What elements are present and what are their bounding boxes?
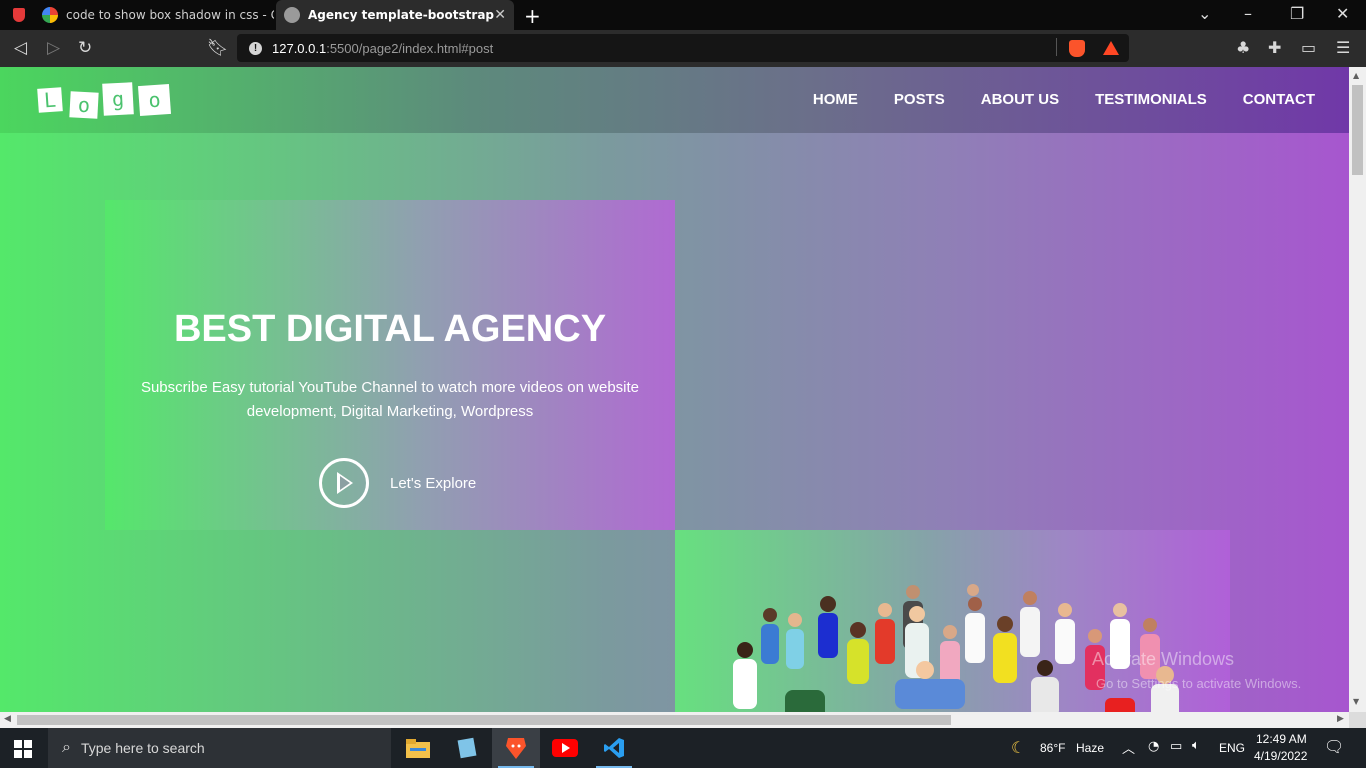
logo-letter: L <box>37 87 63 113</box>
network-icon[interactable]: ◔ <box>1148 739 1159 754</box>
show-hidden-icons-chevron-icon[interactable]: ︿ <box>1122 738 1135 757</box>
back-button[interactable]: ◁ <box>14 38 27 58</box>
tab-title: code to show box shadow in css - Goo <box>66 8 274 22</box>
new-tab-button[interactable]: + <box>524 4 541 28</box>
nav-contact[interactable]: CONTACT <box>1243 91 1315 108</box>
weather-condition[interactable]: Haze <box>1076 741 1104 755</box>
search-placeholder: Type here to search <box>80 740 205 756</box>
crowd-of-people-image <box>733 584 1179 712</box>
page-viewport: L o g o HOME POSTS ABOUT US TESTIMONIALS… <box>0 67 1349 712</box>
extension-octopus-icon[interactable]: ♣ <box>1236 38 1250 57</box>
hero-title: BEST DIGITAL AGENCY <box>173 308 607 350</box>
scroll-down-arrow-icon[interactable]: ▼ <box>1353 697 1359 706</box>
hero-subtitle: Subscribe Easy tutorial YouTube Channel … <box>140 379 640 420</box>
scroll-up-arrow-icon[interactable]: ▲ <box>1353 71 1359 80</box>
logo-letter: g <box>102 82 134 116</box>
url-path: :5500/page2/index.html#post <box>326 40 494 56</box>
search-icon: ⌕ <box>62 739 71 756</box>
url-host: 127.0.0.1 <box>272 40 327 56</box>
site-info-icon[interactable]: ! <box>249 41 262 55</box>
clock-time[interactable]: 12:49 AM <box>1256 732 1307 746</box>
horizontal-scroll-thumb[interactable] <box>17 715 951 725</box>
vertical-scroll-thumb[interactable] <box>1352 85 1363 175</box>
vscode-icon[interactable] <box>590 728 638 768</box>
volume-icon[interactable]: 🔈︎ <box>1192 738 1200 753</box>
bookmark-icon[interactable]: 🔖︎ <box>207 38 229 58</box>
tab-agency-template[interactable]: Agency template-bootstrap tutori ✕ <box>276 0 514 30</box>
windows-start-icon[interactable] <box>14 740 32 758</box>
scroll-left-arrow-icon[interactable]: ◀ <box>4 714 11 724</box>
notepad-icon[interactable] <box>443 728 491 768</box>
restore-button[interactable]: ❐ <box>1290 4 1304 23</box>
clock-date[interactable]: 4/19/2022 <box>1254 749 1307 763</box>
horizontal-scrollbar[interactable]: ◀ ▶ <box>0 712 1349 728</box>
youtube-icon[interactable] <box>541 728 589 768</box>
close-window-button[interactable]: ✕ <box>1336 4 1349 23</box>
wallet-icon[interactable]: ▭ <box>1301 38 1316 57</box>
tab-google-search[interactable]: code to show box shadow in css - Goo <box>34 0 274 30</box>
hero-card: BEST DIGITAL AGENCY Subscribe Easy tutor… <box>105 200 675 530</box>
menu-icon[interactable]: ☰ <box>1336 38 1350 57</box>
tab-title: Agency template-bootstrap tutori <box>308 8 498 22</box>
weather-temp[interactable]: 86°F <box>1040 741 1065 755</box>
explore-button[interactable]: Let's Explore <box>319 458 476 508</box>
logo-letter: o <box>137 83 172 117</box>
address-divider <box>1056 38 1057 56</box>
address-bar[interactable]: ! 127.0.0.1 :5500/page2/index.html#post <box>237 34 1129 62</box>
nav-home[interactable]: HOME <box>813 91 858 108</box>
browser-tab-bar: code to show box shadow in css - Goo Age… <box>0 0 1366 30</box>
taskbar-search-box[interactable]: ⌕ Type here to search <box>48 728 391 768</box>
windows-taskbar: ⌕ Type here to search ☾ 86°F Haze ︿ ◔ ▭ … <box>0 728 1366 768</box>
weather-moon-icon[interactable]: ☾ <box>1011 738 1025 757</box>
extensions-puzzle-icon[interactable]: ✚ <box>1268 38 1281 57</box>
scroll-right-arrow-icon[interactable]: ▶ <box>1337 714 1344 724</box>
tab-search-chevron-icon[interactable]: ⌄ <box>1198 4 1211 23</box>
google-favicon-icon <box>42 7 58 23</box>
reload-button[interactable]: ↻ <box>78 38 92 58</box>
input-language[interactable]: ENG <box>1219 741 1245 755</box>
file-explorer-icon[interactable] <box>394 728 442 768</box>
vertical-scrollbar[interactable]: ▲ ▼ <box>1349 67 1366 712</box>
forward-button[interactable]: ▷ <box>47 38 60 58</box>
scrollbar-corner <box>1349 712 1366 728</box>
close-tab-icon[interactable]: ✕ <box>494 7 506 23</box>
explore-label: Let's Explore <box>390 474 477 492</box>
notifications-icon[interactable]: 🗨︎ <box>1324 737 1344 756</box>
site-header: L o g o HOME POSTS ABOUT US TESTIMONIALS… <box>0 67 1349 133</box>
globe-icon <box>284 7 300 23</box>
main-nav: HOME POSTS ABOUT US TESTIMONIALS CONTACT <box>813 91 1315 108</box>
brave-rewards-icon[interactable] <box>1103 41 1119 55</box>
brave-tab-icon[interactable] <box>13 8 25 22</box>
minimize-button[interactable]: – <box>1244 4 1252 23</box>
battery-icon[interactable]: ▭ <box>1170 739 1182 754</box>
play-icon[interactable] <box>319 458 369 508</box>
logo-letter: o <box>69 91 99 119</box>
activate-windows-hint: Go to Settings to activate Windows. <box>1096 676 1302 691</box>
brave-shields-icon[interactable] <box>1069 40 1085 57</box>
nav-about-us[interactable]: ABOUT US <box>981 91 1059 108</box>
nav-testimonials[interactable]: TESTIMONIALS <box>1095 91 1207 108</box>
activate-windows-watermark: Activate Windows <box>1092 649 1235 669</box>
nav-posts[interactable]: POSTS <box>894 91 945 108</box>
browser-toolbar: ◁ ▷ ↻ 🔖︎ ! 127.0.0.1 :5500/page2/index.h… <box>0 30 1366 67</box>
brave-browser-icon[interactable] <box>492 728 540 768</box>
